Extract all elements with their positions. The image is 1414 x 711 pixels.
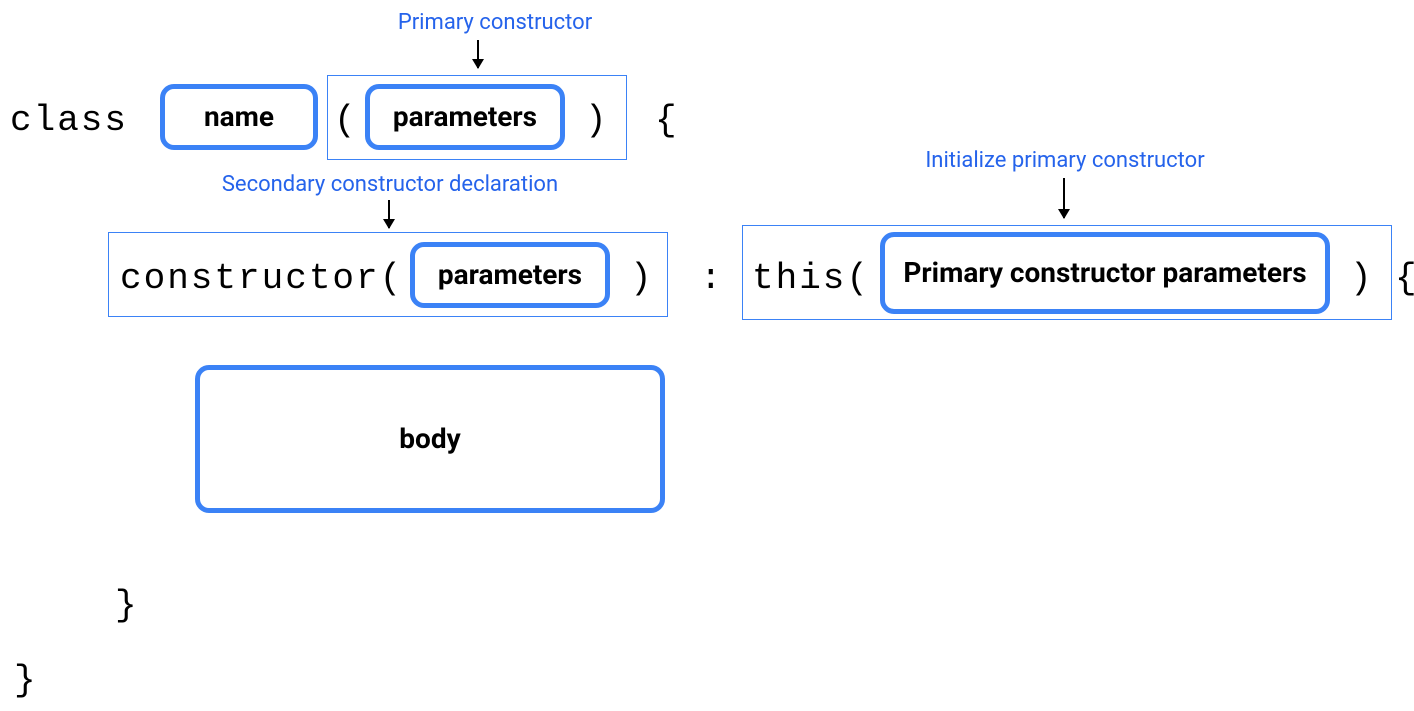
colon: : [700, 258, 724, 299]
open-brace-method: { [1395, 258, 1414, 299]
close-paren-1: ) [585, 100, 609, 141]
arrow-down-icon [388, 200, 390, 228]
arrow-down-icon [1063, 178, 1065, 218]
placeholder-parameters-secondary: parameters [410, 242, 610, 308]
placeholder-parameters-primary: parameters [365, 84, 565, 150]
label-initialize-primary: Initialize primary constructor [900, 148, 1230, 173]
keyword-constructor-open: constructor( [120, 258, 403, 299]
label-primary-constructor: Primary constructor [380, 10, 610, 35]
placeholder-primary-ctor-params: Primary constructor parameters [880, 232, 1330, 314]
keyword-this-open: this( [752, 258, 870, 299]
close-paren-3: ) [1350, 258, 1374, 299]
close-brace-method: } [115, 585, 139, 626]
arrow-down-icon [477, 40, 479, 68]
close-paren-2: ) [630, 258, 654, 299]
label-secondary-constructor: Secondary constructor declaration [180, 172, 600, 197]
keyword-class: class [10, 100, 128, 141]
placeholder-body: body [195, 365, 665, 513]
placeholder-name: name [160, 84, 318, 150]
open-paren-1: ( [334, 100, 358, 141]
open-brace-class: { [655, 100, 679, 141]
close-brace-class: } [14, 660, 38, 701]
